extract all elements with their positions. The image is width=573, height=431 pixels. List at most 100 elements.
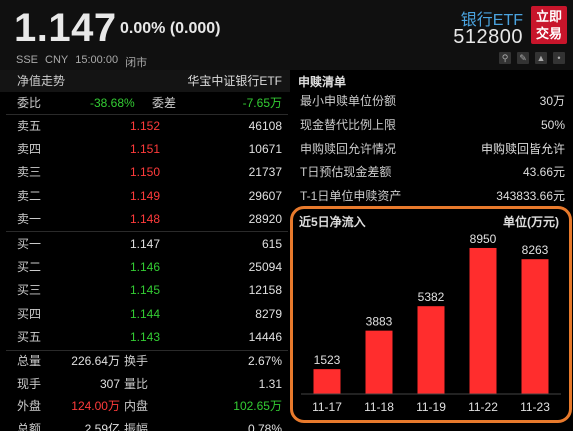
bell-icon[interactable]: •: [553, 52, 565, 64]
x-tick-label: 11-19: [416, 400, 446, 414]
orderbook-row[interactable]: 买四 1.144 8279: [0, 303, 290, 325]
orderbook-label: 卖一: [17, 211, 42, 226]
toolbar: ⚲ ✎ ▲ •: [499, 52, 565, 64]
stat-label: 外盘: [17, 399, 42, 414]
orderbook-label: 买五: [17, 329, 42, 344]
divider: [6, 230, 288, 232]
subscription-key: 申购赎回允许情况: [300, 141, 397, 156]
x-tick-label: 11-18: [364, 400, 394, 414]
orderbook-price: 1.149: [130, 188, 161, 203]
edit-icon[interactable]: ✎: [517, 52, 529, 64]
stat-value: 102.65万: [233, 399, 282, 414]
orderbook-row[interactable]: 卖五 1.152 46108: [0, 115, 290, 137]
orderbook-volume: 14446: [248, 329, 282, 344]
stat-value: 307: [99, 376, 120, 391]
market-info: SSE CNY 15:00:00 闭市: [16, 54, 147, 70]
currency-label: CNY: [45, 54, 69, 66]
orderbook-row[interactable]: 买三 1.145 12158: [0, 279, 290, 301]
orderbook-label: 卖二: [17, 188, 42, 203]
orderbook-price: 1.152: [130, 119, 161, 133]
trade-button-line1: 立即: [535, 9, 562, 24]
exchange-label: SSE: [16, 54, 39, 66]
subscription-value: 30万: [539, 94, 565, 108]
subscription-row: T日预估现金差额 43.66元: [292, 161, 573, 184]
etf-code: 512800: [453, 26, 523, 48]
orderbook-price: 1.145: [130, 283, 161, 298]
stat-label: 内盘: [124, 399, 149, 414]
orderbook-price: 1.143: [130, 329, 161, 344]
bar-11-22: [469, 247, 497, 394]
orderbook-label: 买四: [17, 306, 42, 321]
orderbook-volume: 8279: [255, 306, 282, 321]
net-inflow-chart: 近5日净流入 单位(万元) 1523 11-17 3883 11-18 5382 11-1…: [290, 206, 572, 423]
weibi-label: 委比: [17, 96, 42, 110]
link-icon[interactable]: ⚲: [499, 52, 511, 64]
subscription-title: 申赎清单: [298, 75, 347, 89]
orderbook-row[interactable]: 买五 1.143 14446: [0, 326, 290, 348]
stat-label: 现手: [17, 376, 42, 391]
weibi-row: 委比 -38.68% 委差 -7.65万: [0, 92, 290, 114]
market-status: 闭市: [125, 57, 148, 69]
stats-row: 现手 307 量比 1.31: [0, 373, 290, 395]
bar-value-label: 5382: [418, 290, 445, 304]
weicha-label: 委差: [152, 96, 177, 110]
subscription-key: T日预估现金差额: [300, 165, 392, 180]
order-book-panel: 净值走势 华宝中证银行ETF 委比 -38.68% 委差 -7.65万 卖五 1.…: [0, 70, 290, 431]
subscription-value: 申购赎回皆允许: [480, 141, 565, 156]
trade-now-button[interactable]: 立即 交易: [531, 6, 567, 44]
x-tick-label: 11-23: [520, 400, 550, 414]
stat-value: 2.59亿: [84, 421, 120, 431]
subscription-row: 现金替代比例上限 50%: [292, 114, 573, 137]
orderbook-price: 1.150: [130, 165, 161, 180]
subscription-row: 申购赎回允许情况 申购赎回皆允许: [292, 138, 573, 161]
orderbook-row[interactable]: 买二 1.146 25094: [0, 256, 290, 278]
orderbook-price: 1.146: [130, 260, 161, 275]
stat-value: 1.31: [258, 376, 282, 391]
orderbook-volume: 615: [261, 237, 282, 251]
orderbook-volume: 25094: [248, 260, 282, 275]
stat-label: 振幅: [124, 421, 149, 431]
orderbook-label: 卖五: [17, 119, 42, 133]
orderbook-row[interactable]: 卖二 1.149 29607: [0, 185, 290, 207]
subscription-value: 43.66元: [522, 165, 565, 180]
orderbook-volume: 12158: [248, 283, 282, 298]
orderbook-label: 买二: [17, 260, 42, 275]
orderbook-volume: 28920: [248, 211, 282, 226]
orderbook-row[interactable]: 卖四 1.151 10671: [0, 138, 290, 160]
bar-11-23: [521, 259, 549, 394]
stats-row: 总量 226.64万 换手 2.67%: [0, 350, 290, 372]
bar-value-label: 8263: [522, 243, 549, 257]
stat-label: 换手: [124, 354, 149, 368]
bar-11-19: [417, 306, 445, 394]
current-price: 1.147: [14, 6, 117, 50]
orderbook-row[interactable]: 卖三 1.150 21737: [0, 161, 290, 183]
time-label: 15:00:00: [75, 54, 119, 66]
x-tick-label: 11-17: [312, 400, 342, 414]
subscription-value: 50%: [540, 117, 565, 132]
orderbook-row[interactable]: 卖一 1.148 28920: [0, 208, 290, 230]
pin-icon[interactable]: ▲: [535, 52, 547, 64]
subscription-key: 最小申赎单位份额: [300, 94, 397, 108]
orderbook-label: 卖四: [17, 142, 42, 157]
orderbook-volume: 10671: [248, 142, 282, 157]
stats-row: 总额 2.59亿 振幅 0.78%: [0, 418, 290, 431]
stat-value: 226.64万: [71, 354, 120, 368]
orderbook-label: 买三: [17, 283, 42, 298]
bar-11-18: [365, 330, 393, 394]
stat-value: 0.78%: [247, 421, 282, 431]
weibi-value: -38.68%: [90, 96, 135, 110]
bar-11-17: [313, 369, 341, 394]
stat-label: 量比: [124, 376, 149, 391]
weicha-value: -7.65万: [242, 96, 282, 110]
x-tick-label: 11-22: [468, 400, 498, 414]
fund-name: 华宝中证银行ETF: [187, 74, 282, 88]
orderbook-price: 1.147: [130, 237, 161, 251]
orderbook-volume: 46108: [248, 119, 282, 133]
subscription-row: 最小申赎单位份额 30万: [292, 90, 573, 113]
nav-tab[interactable]: 净值走势: [17, 70, 65, 92]
orderbook-volume: 21737: [248, 165, 282, 180]
stat-value: 2.67%: [247, 354, 282, 368]
subscription-value: 343833.66元: [496, 189, 565, 204]
stat-label: 总量: [17, 354, 42, 368]
orderbook-row[interactable]: 买一 1.147 615: [0, 233, 290, 255]
